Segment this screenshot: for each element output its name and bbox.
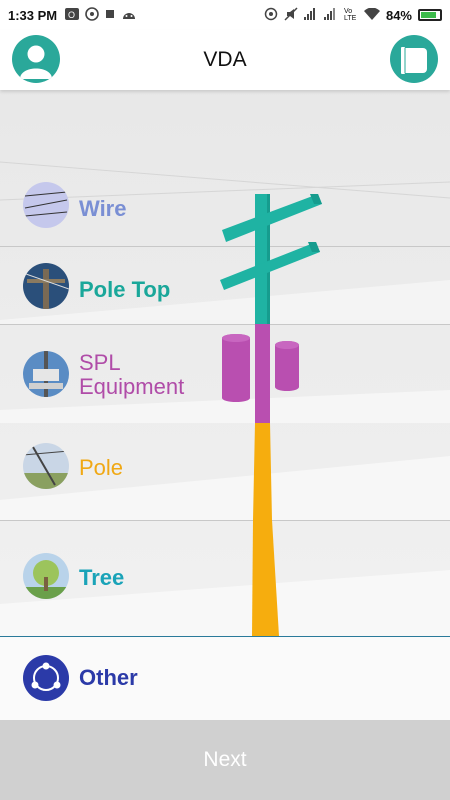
status-time: 1:33 PM — [8, 7, 58, 23]
svg-text:O: O — [68, 10, 75, 20]
category-row-pole-top[interactable]: Pole Top — [0, 246, 450, 324]
category-label-wire: Wire — [79, 196, 127, 221]
next-button[interactable]: Next — [0, 720, 450, 800]
next-label: Next — [203, 748, 247, 771]
hotspot-icon — [264, 7, 278, 24]
category-list: Wire Pole Top SPL Equipment Pole Tree Ot… — [0, 90, 450, 720]
signal-icon-2 — [323, 7, 338, 23]
category-label-spl-equipment: SPL Equipment — [79, 350, 185, 399]
wire-thumbnail — [23, 182, 69, 228]
notebook-button[interactable] — [390, 35, 438, 83]
page-title: VDA — [203, 48, 247, 71]
share-icon — [23, 655, 69, 701]
whatsapp-icon — [85, 6, 99, 24]
android-icon — [121, 8, 137, 23]
battery-percent: 84% — [385, 7, 412, 23]
tree-thumbnail — [23, 553, 69, 599]
category-row-pole[interactable]: Pole — [0, 423, 450, 520]
category-label-tree: Tree — [79, 565, 125, 590]
category-row-other[interactable]: Other — [0, 636, 450, 720]
pole-thumbnail — [23, 443, 69, 489]
volte-icon: Vo LTE — [343, 8, 357, 22]
wifi-icon — [363, 7, 380, 23]
app-header: VDA — [0, 30, 450, 90]
category-label-pole: Pole — [79, 455, 124, 480]
status-bar: 1:33 PM O Vo LTE 84% — [0, 0, 450, 30]
category-row-tree[interactable]: Tree — [0, 520, 450, 636]
mute-icon — [284, 6, 298, 24]
notebook-icon — [401, 47, 427, 74]
outlook-icon: O — [65, 7, 80, 23]
spl-equipment-thumbnail — [23, 351, 69, 397]
signal-icon — [303, 7, 318, 23]
category-label-pole-top: Pole Top — [79, 277, 171, 302]
category-row-wire[interactable]: Wire — [0, 160, 450, 246]
category-row-spl-equipment[interactable]: SPL Equipment — [0, 324, 450, 423]
pole-top-thumbnail — [23, 263, 69, 309]
battery-icon — [418, 9, 442, 21]
category-label-other: Other — [79, 665, 138, 690]
square-icon — [105, 8, 115, 22]
